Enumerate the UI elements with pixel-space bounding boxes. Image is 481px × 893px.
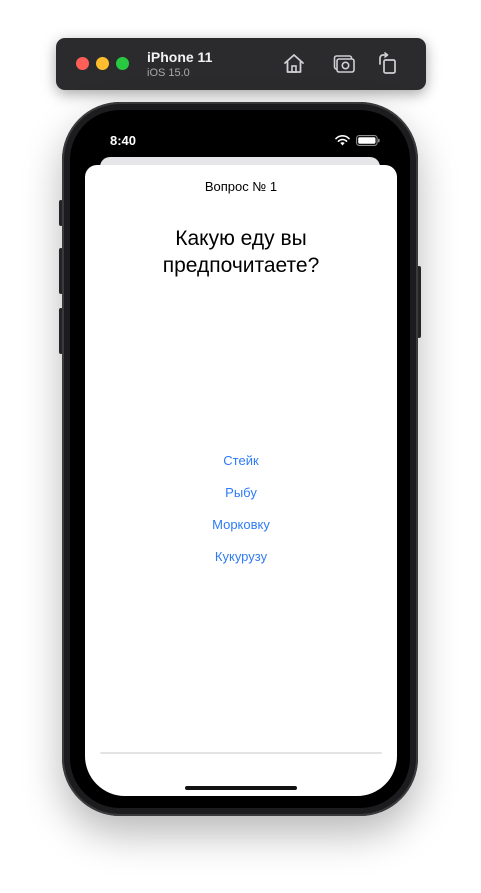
screenshot-button[interactable]	[332, 52, 356, 76]
device-name: iPhone 11	[147, 49, 213, 65]
battery-icon	[356, 135, 380, 146]
close-window-button[interactable]	[76, 57, 89, 70]
os-version: iOS 15.0	[147, 67, 190, 79]
zoom-window-button[interactable]	[116, 57, 129, 70]
home-icon	[284, 54, 304, 73]
wifi-icon	[335, 135, 350, 146]
quiz-sheet: Вопрос № 1 Какую еду вы предпочитаете? С…	[85, 165, 397, 796]
answer-button-carrot[interactable]: Морковку	[85, 509, 397, 541]
screenshot-icon	[333, 55, 355, 73]
home-button[interactable]	[282, 52, 306, 76]
answer-list: Стейк Рыбу Морковку Кукурузу	[85, 445, 397, 573]
rotate-icon	[379, 52, 396, 74]
question-text: Какую еду вы предпочитаете?	[162, 227, 320, 277]
answer-button-fish[interactable]: Рыбу	[85, 477, 397, 509]
progress-bar	[100, 752, 382, 754]
status-time: 8:40	[110, 133, 137, 148]
device-screen: 8:40 Вопрос № 1 Какую еду вы предпочитае…	[70, 110, 410, 808]
rotate-button[interactable]	[376, 52, 400, 76]
home-indicator[interactable]	[185, 786, 297, 790]
question-number: Вопрос № 1	[204, 179, 278, 194]
simulator-titlebar: iPhone 11 iOS 15.0	[56, 38, 426, 90]
answer-button-corn[interactable]: Кукурузу	[85, 541, 397, 573]
minimize-window-button[interactable]	[96, 57, 109, 70]
status-icons	[335, 135, 380, 146]
answer-button-steak[interactable]: Стейк	[85, 445, 397, 477]
